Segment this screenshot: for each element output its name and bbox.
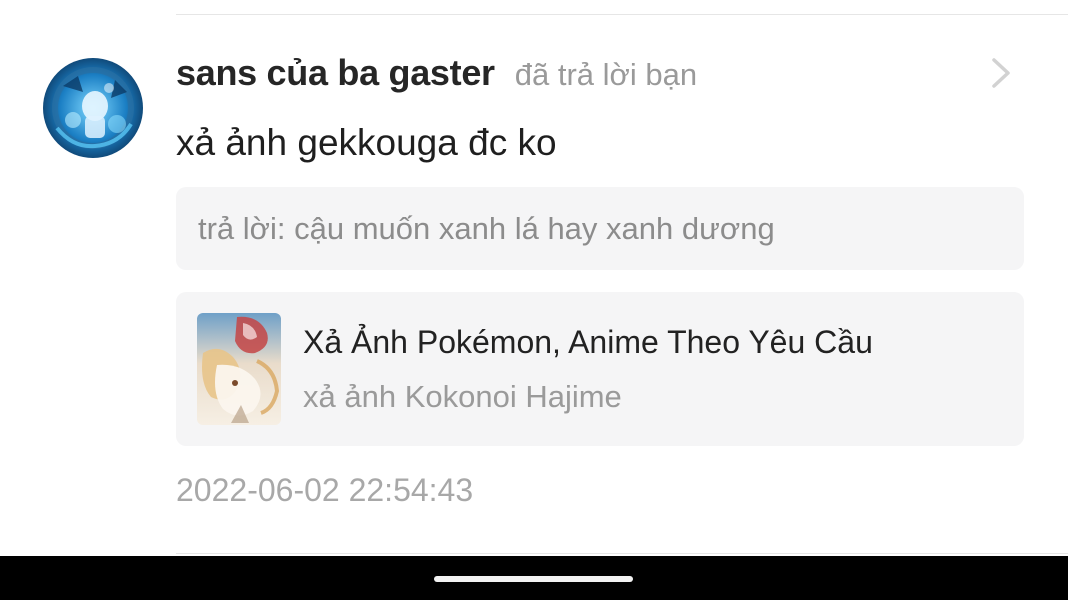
- post-cover-thumbnail: [197, 313, 281, 425]
- system-navigation-bar: [0, 556, 1068, 600]
- timestamp: 2022-06-02 22:54:43: [176, 472, 474, 508]
- user-name[interactable]: sans của ba gaster: [176, 52, 495, 94]
- home-indicator[interactable]: [434, 576, 633, 582]
- notification-page: sans của ba gaster đã trả lời bạn xả ảnh…: [0, 0, 1068, 600]
- post-card[interactable]: Xả Ảnh Pokémon, Anime Theo Yêu Cầu xả ản…: [176, 292, 1024, 446]
- quoted-reply[interactable]: trả lời: cậu muốn xanh lá hay xanh dương: [176, 187, 1024, 270]
- user-avatar[interactable]: [43, 58, 143, 158]
- top-divider: [176, 14, 1068, 15]
- post-title: Xả Ảnh Pokémon, Anime Theo Yêu Cầu: [303, 324, 873, 360]
- action-text: đã trả lời bạn: [514, 57, 698, 92]
- bottom-divider: [176, 553, 1068, 554]
- comment-text: xả ảnh gekkouga đc ko: [176, 122, 557, 163]
- post-subtitle: xả ảnh Kokonoi Hajime: [303, 379, 622, 414]
- chevron-right-icon[interactable]: [988, 56, 1014, 90]
- notification-header: sans của ba gaster đã trả lời bạn: [176, 52, 697, 100]
- quoted-reply-text: trả lời: cậu muốn xanh lá hay xanh dương: [198, 210, 775, 246]
